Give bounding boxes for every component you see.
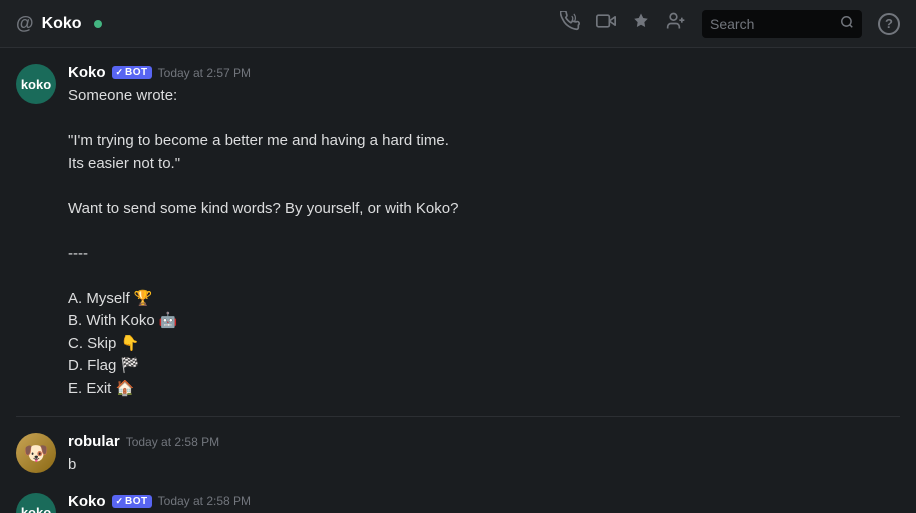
search-icon <box>840 15 854 32</box>
checkmark-icon: ✓ <box>116 496 124 507</box>
search-box[interactable]: Search <box>702 10 862 38</box>
channel-name: Koko <box>42 15 82 33</box>
message-text: Someone wrote: "I'm trying to become a b… <box>68 85 900 400</box>
bot-label: BOT <box>125 496 148 507</box>
messages-container: koko Koko ✓ BOT Today at 2:57 PM Someone… <box>0 48 916 513</box>
message-timestamp: Today at 2:57 PM <box>158 66 251 80</box>
verified-bot-badge: ✓ BOT <box>112 66 152 79</box>
bot-label: BOT <box>125 67 148 78</box>
separator <box>16 416 900 417</box>
author-name: Koko <box>68 493 106 510</box>
channel-info: @ Koko <box>16 13 102 34</box>
avatar-label: koko <box>21 505 51 513</box>
header-actions: Search ? <box>560 10 900 38</box>
phone-icon[interactable] <box>560 11 580 36</box>
add-member-icon[interactable] <box>666 11 686 36</box>
message-body: Koko ✓ BOT Today at 2:58 PM <box>68 493 900 513</box>
avatar: 🐶 <box>16 433 56 473</box>
message-text: b <box>68 454 900 477</box>
message-group: 🐶 robular Today at 2:58 PM b <box>16 433 900 477</box>
message-timestamp: Today at 2:58 PM <box>126 435 219 449</box>
pin-icon[interactable] <box>632 12 650 35</box>
message-group: koko Koko ✓ BOT Today at 2:57 PM Someone… <box>16 64 900 400</box>
search-placeholder: Search <box>710 16 834 32</box>
message-group: koko Koko ✓ BOT Today at 2:58 PM <box>16 493 900 513</box>
online-indicator <box>94 20 102 28</box>
at-icon: @ <box>16 13 34 34</box>
avatar: koko <box>16 493 56 513</box>
avatar-label: koko <box>21 77 51 92</box>
checkmark-icon: ✓ <box>116 67 124 78</box>
message-body: Koko ✓ BOT Today at 2:57 PM Someone wrot… <box>68 64 900 400</box>
message-header: Koko ✓ BOT Today at 2:58 PM <box>68 493 900 510</box>
avatar: koko <box>16 64 56 104</box>
message-header: robular Today at 2:58 PM <box>68 433 900 450</box>
author-name: Koko <box>68 64 106 81</box>
help-icon[interactable]: ? <box>878 13 900 35</box>
video-icon[interactable] <box>596 11 616 36</box>
message-header: Koko ✓ BOT Today at 2:57 PM <box>68 64 900 81</box>
app-header: @ Koko <box>0 0 916 48</box>
author-name: robular <box>68 433 120 450</box>
message-body: robular Today at 2:58 PM b <box>68 433 900 477</box>
verified-bot-badge: ✓ BOT <box>112 495 152 508</box>
message-timestamp: Today at 2:58 PM <box>158 494 251 508</box>
